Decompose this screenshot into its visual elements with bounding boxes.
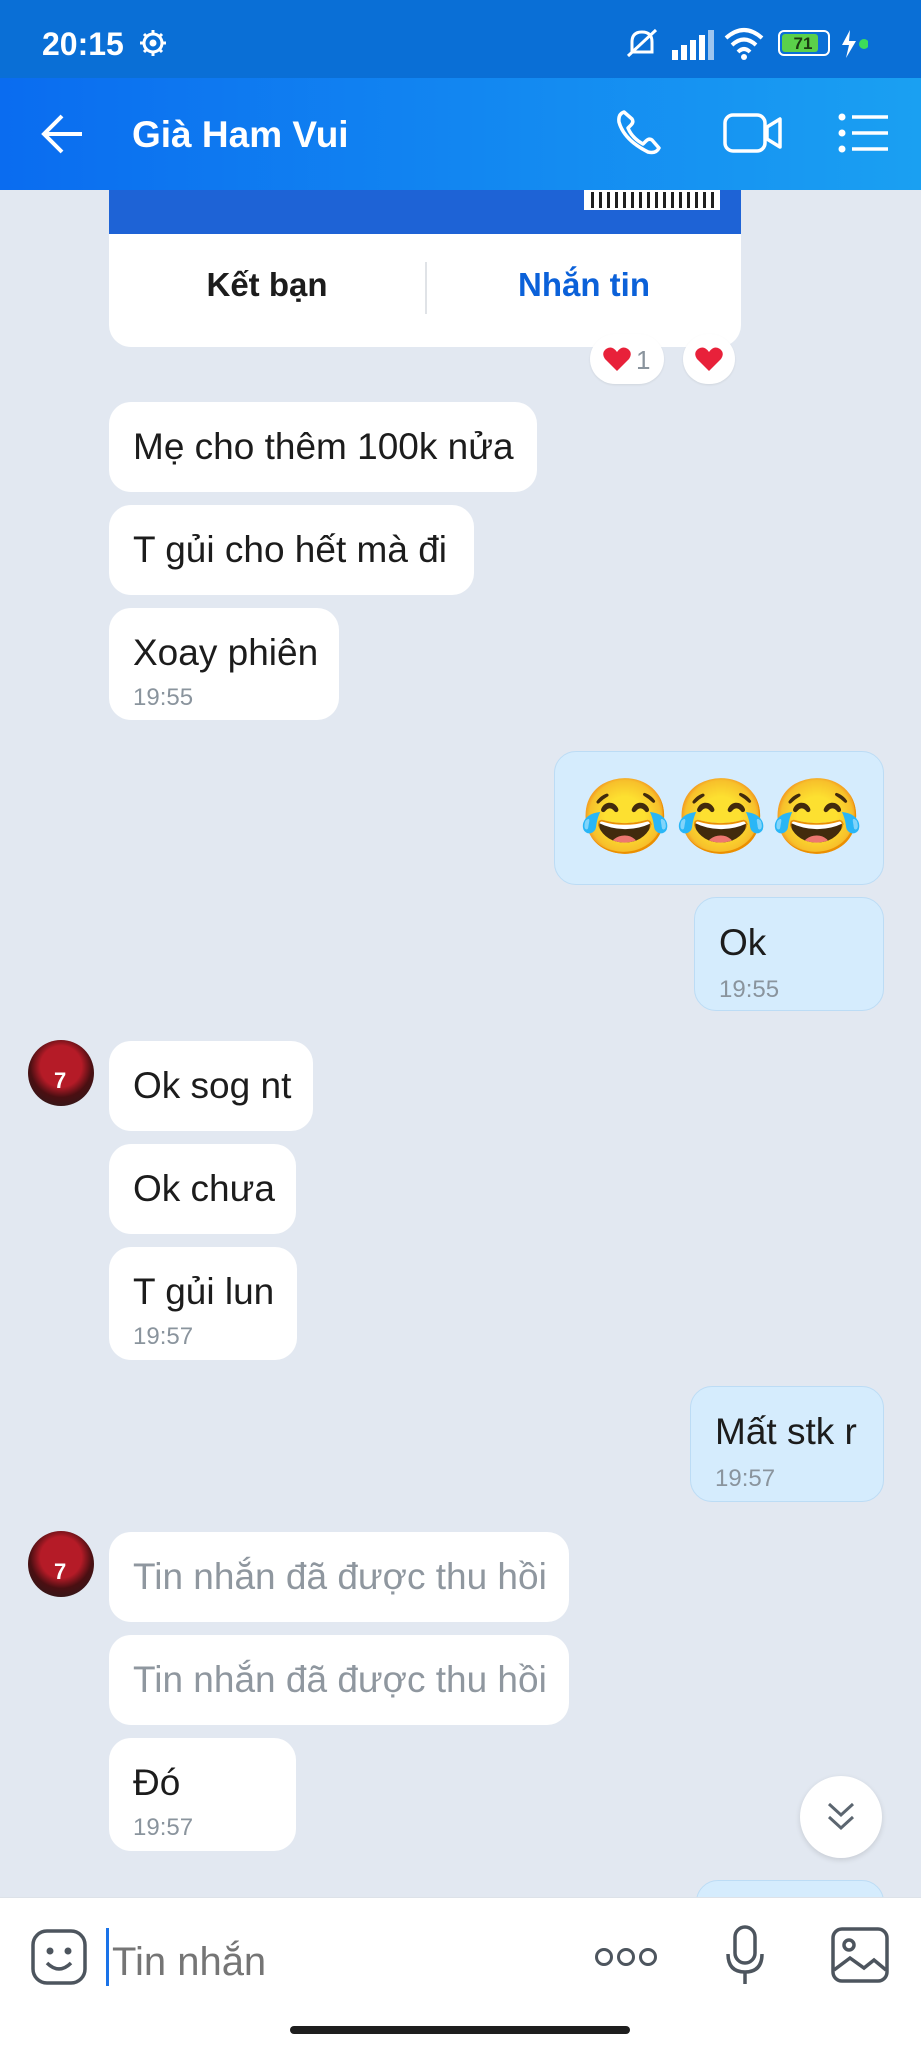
recalled-message[interactable]: Tin nhắn đã được thu hồi <box>109 1532 569 1622</box>
reaction-count: 1 <box>636 345 651 375</box>
message-text: Xoay phiên <box>133 632 319 673</box>
composer-bar <box>0 1897 921 2049</box>
qr-code <box>584 190 720 210</box>
message-bubble[interactable]: Mất stk r 19:57 <box>690 1386 884 1502</box>
message-bubble[interactable] <box>696 1880 884 1897</box>
avatar[interactable]: 7 <box>28 1040 94 1106</box>
status-bar: 20:15 71 <box>0 0 921 78</box>
sticker-icon[interactable] <box>30 1928 88 1986</box>
message-text: T gủi cho hết mà đi <box>133 529 447 570</box>
message-text: Ok chưa <box>133 1168 275 1209</box>
message-text: Mẹ cho thêm 100k nửa <box>133 426 514 467</box>
message-input[interactable] <box>108 1932 532 1992</box>
back-arrow-icon[interactable] <box>40 112 86 156</box>
message-text: Ok <box>719 922 767 963</box>
settings-icon <box>140 30 166 56</box>
contact-name[interactable]: Già Ham Vui <box>132 114 349 156</box>
recalled-message[interactable]: Tin nhắn đã được thu hồi <box>109 1635 569 1725</box>
heart-icon <box>603 347 631 371</box>
message-bubble[interactable]: 😂😂😂 <box>554 751 884 885</box>
message-bubble[interactable]: Đó 19:57 <box>109 1738 296 1851</box>
message-text: T gủi lun <box>133 1271 275 1312</box>
message-time: 19:57 <box>133 1323 194 1350</box>
card-banner <box>109 190 741 234</box>
message-bubble[interactable]: Ok chưa <box>109 1144 296 1234</box>
message-text: Đó <box>133 1762 181 1803</box>
battery-level: 71 <box>793 34 813 53</box>
message-time: 19:57 <box>133 1814 194 1841</box>
heart-icon <box>695 347 723 371</box>
message-bubble[interactable]: T gủi cho hết mà đi <box>109 505 474 595</box>
charging-icon <box>842 30 868 58</box>
message-bubble[interactable]: Xoay phiên 19:55 <box>109 608 339 720</box>
message-bubble[interactable]: Mẹ cho thêm 100k nửa <box>109 402 537 492</box>
image-icon[interactable] <box>830 1926 890 1984</box>
reaction-summary[interactable]: 1 <box>590 334 664 384</box>
message-bubble[interactable]: Ok sog nt <box>109 1041 313 1131</box>
message-text: Tin nhắn đã được thu hồi <box>133 1659 547 1700</box>
message-time: 19:57 <box>715 1465 776 1492</box>
battery-icon: 71 <box>778 30 830 56</box>
video-call-icon[interactable] <box>722 112 784 154</box>
message-text: Tin nhắn đã được thu hồi <box>133 1556 547 1597</box>
status-time: 20:15 <box>42 26 124 62</box>
message-button[interactable]: Nhắn tin <box>427 266 741 304</box>
chevron-double-down-icon <box>827 1802 855 1831</box>
phone-icon[interactable] <box>614 108 664 158</box>
wifi-icon <box>724 28 764 60</box>
react-button[interactable] <box>683 334 735 384</box>
message-time: 19:55 <box>719 976 780 1003</box>
scroll-to-bottom-button[interactable] <box>800 1776 882 1858</box>
message-time: 19:55 <box>133 684 194 711</box>
home-indicator <box>290 2026 630 2034</box>
message-text: 😂😂😂 <box>579 775 868 858</box>
more-icon[interactable] <box>594 1946 658 1968</box>
avatar[interactable]: 7 <box>28 1531 94 1597</box>
add-friend-button[interactable]: Kết bạn <box>109 266 425 304</box>
mute-icon <box>626 28 658 58</box>
message-text: Mất stk r <box>715 1411 857 1452</box>
message-bubble[interactable]: T gủi lun 19:57 <box>109 1247 297 1360</box>
menu-list-icon[interactable] <box>838 112 890 154</box>
message-bubble[interactable]: Ok 19:55 <box>694 897 884 1011</box>
contact-card: Kết bạn Nhắn tin <box>109 190 741 347</box>
signal-icon <box>672 30 714 60</box>
message-text: Ok sog nt <box>133 1065 292 1106</box>
chat-header: Già Ham Vui <box>0 78 921 190</box>
microphone-icon[interactable] <box>724 1924 766 1988</box>
message-list[interactable]: Kết bạn Nhắn tin 1 Mẹ cho thêm 100k nửa … <box>0 190 921 1897</box>
